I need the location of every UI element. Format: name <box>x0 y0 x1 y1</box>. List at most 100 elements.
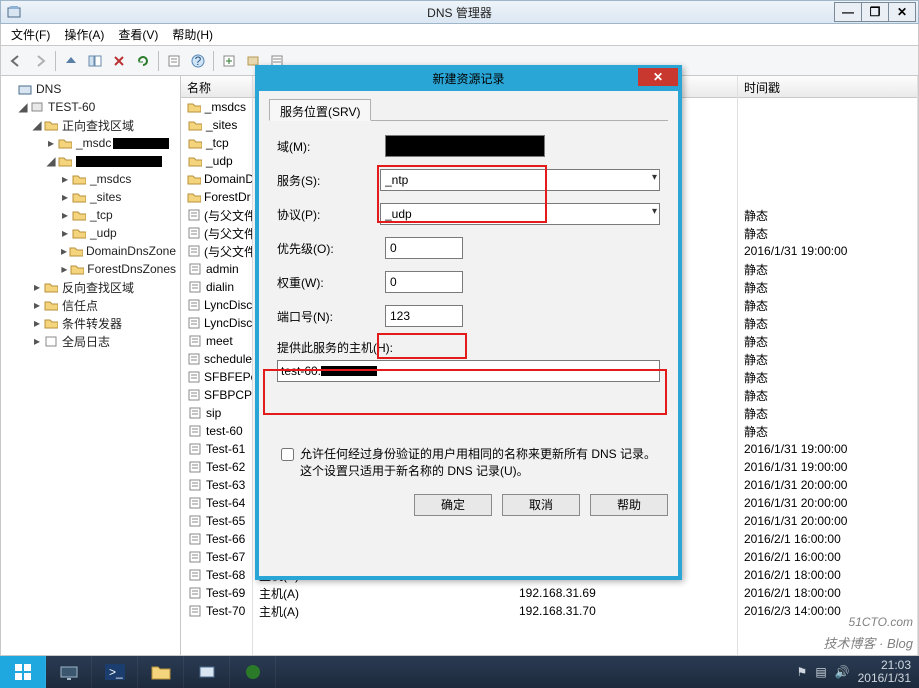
list-item[interactable]: Test-63 <box>181 476 252 494</box>
help-icon[interactable]: ? <box>187 50 209 72</box>
menu-help[interactable]: 帮助(H) <box>166 24 219 45</box>
list-item[interactable]: Test-64 <box>181 494 252 512</box>
tree-pane[interactable]: DNS ◢TEST-60 ◢正向查找区域 ▸_msdc ◢ ▸_msdcs ▸_… <box>1 76 181 655</box>
tree-sub-sites[interactable]: ▸_sites <box>5 188 176 206</box>
help-button[interactable]: 帮助 <box>590 494 668 516</box>
close-button[interactable]: ✕ <box>888 2 916 22</box>
list-item[interactable]: (与父文件 <box>181 242 252 260</box>
list-item[interactable]: Test-66 <box>181 530 252 548</box>
minimize-button[interactable]: — <box>834 2 862 22</box>
list-item[interactable]: _tcp <box>181 134 252 152</box>
menu-file[interactable]: 文件(F) <box>5 24 56 45</box>
list-item[interactable]: _msdcs <box>181 98 252 116</box>
col-header-time[interactable]: 时间戳 <box>738 76 917 98</box>
list-item[interactable]: _sites <box>181 116 252 134</box>
list-item-time: 2016/1/31 20:00:00 <box>738 494 917 512</box>
tab-srv[interactable]: 服务位置(SRV) <box>269 99 371 121</box>
chevron-down-icon[interactable]: ▾ <box>652 206 657 217</box>
tree-rev-zones[interactable]: ▸反向查找区域 <box>5 278 176 296</box>
dialog-titlebar[interactable]: 新建资源记录 ✕ <box>255 65 682 91</box>
start-button[interactable] <box>0 656 46 688</box>
list-item[interactable]: Test-67 <box>181 548 252 566</box>
list-item[interactable]: Test-61 <box>181 440 252 458</box>
menu-view[interactable]: 查看(V) <box>112 24 164 45</box>
tree-fwd-zones[interactable]: ◢正向查找区域 <box>5 116 176 134</box>
taskbar-dns[interactable] <box>184 656 230 688</box>
list-item[interactable]: dialin <box>181 278 252 296</box>
chevron-down-icon[interactable]: ▾ <box>652 172 657 183</box>
list-item[interactable]: DomainD <box>181 170 252 188</box>
tree-server[interactable]: ◢TEST-60 <box>5 98 176 116</box>
tray-flag-icon[interactable]: ⚑ <box>797 665 808 679</box>
forward-icon[interactable] <box>29 50 51 72</box>
list-item[interactable]: Test-65 <box>181 512 252 530</box>
list-item[interactable]: (与父文件 <box>181 224 252 242</box>
tree-root-dns[interactable]: DNS <box>5 80 176 98</box>
taskbar-app[interactable] <box>230 656 276 688</box>
back-icon[interactable] <box>5 50 27 72</box>
tree-sub-ddz[interactable]: ▸DomainDnsZone <box>5 242 176 260</box>
up-icon[interactable] <box>60 50 82 72</box>
allow-update-checkbox[interactable] <box>281 448 294 461</box>
list-item[interactable]: (与父文件 <box>181 206 252 224</box>
refresh-icon[interactable] <box>132 50 154 72</box>
tray-sound-icon[interactable]: 🔊 <box>835 665 850 679</box>
port-input[interactable] <box>385 305 463 327</box>
new-record-icon[interactable] <box>218 50 240 72</box>
tree-sub-fdz[interactable]: ▸ForestDnsZones <box>5 260 176 278</box>
show-hide-icon[interactable] <box>84 50 106 72</box>
list-item[interactable]: _udp <box>181 152 252 170</box>
list-item-time: 2016/2/1 18:00:00 <box>738 566 917 584</box>
list-item[interactable]: Test-70 <box>181 602 252 620</box>
svg-text:?: ? <box>195 54 202 68</box>
ok-button[interactable]: 确定 <box>414 494 492 516</box>
dialog-title-text: 新建资源记录 <box>432 70 504 87</box>
list-item[interactable]: Test-68 <box>181 566 252 584</box>
list-item[interactable]: test-60 <box>181 422 252 440</box>
list-item-time: 静态 <box>738 260 917 278</box>
delete-icon[interactable] <box>108 50 130 72</box>
list-item[interactable]: meet <box>181 332 252 350</box>
weight-input[interactable] <box>385 271 463 293</box>
list-item[interactable]: LyncDisc <box>181 314 252 332</box>
tray-network-icon[interactable]: ▤ <box>815 665 826 679</box>
tree-glog[interactable]: ▸全局日志 <box>5 332 176 350</box>
tree-trust[interactable]: ▸信任点 <box>5 296 176 314</box>
tree-sub-msdcs[interactable]: ▸_msdcs <box>5 170 176 188</box>
list-item[interactable]: schedule <box>181 350 252 368</box>
list-item[interactable]: SFBFEPo <box>181 368 252 386</box>
service-combo[interactable] <box>380 169 660 191</box>
tray-clock-date[interactable]: 2016/1/31 <box>858 672 911 685</box>
taskbar-server-manager[interactable] <box>46 656 92 688</box>
list-item[interactable]: sip <box>181 404 252 422</box>
list-item[interactable]: Test-62 <box>181 458 252 476</box>
tree-cond[interactable]: ▸条件转发器 <box>5 314 176 332</box>
taskbar-powershell[interactable]: >_ <box>92 656 138 688</box>
protocol-combo[interactable] <box>380 203 660 225</box>
list-item[interactable]: Test-69 <box>181 584 252 602</box>
menu-action[interactable]: 操作(A) <box>58 24 110 45</box>
cancel-button[interactable]: 取消 <box>502 494 580 516</box>
list-item-time <box>738 188 917 206</box>
dialog-close-button[interactable]: ✕ <box>638 68 678 86</box>
maximize-button[interactable]: ❐ <box>861 2 889 22</box>
list-item-time <box>738 98 917 116</box>
tree-sub-udp[interactable]: ▸_udp <box>5 224 176 242</box>
list-item-time: 静态 <box>738 206 917 224</box>
list-item[interactable]: ForestDr <box>181 188 252 206</box>
list-item[interactable]: LyncDisc <box>181 296 252 314</box>
host-input[interactable] <box>277 360 660 382</box>
tree-msdcs-top[interactable]: ▸_msdc <box>5 134 176 152</box>
list-item[interactable]: admin <box>181 260 252 278</box>
list-item-time: 2016/2/1 18:00:00 <box>738 584 917 602</box>
record-icon <box>187 568 203 582</box>
tree-domain-redacted[interactable]: ◢ <box>5 152 176 170</box>
label-port: 端口号(N): <box>277 308 385 325</box>
folder-icon <box>187 172 201 186</box>
list-item[interactable]: SFBPCPo <box>181 386 252 404</box>
properties-icon[interactable] <box>163 50 185 72</box>
priority-input[interactable] <box>385 237 463 259</box>
col-header-name[interactable]: 名称 <box>181 76 252 98</box>
taskbar-explorer[interactable] <box>138 656 184 688</box>
tree-sub-tcp[interactable]: ▸_tcp <box>5 206 176 224</box>
